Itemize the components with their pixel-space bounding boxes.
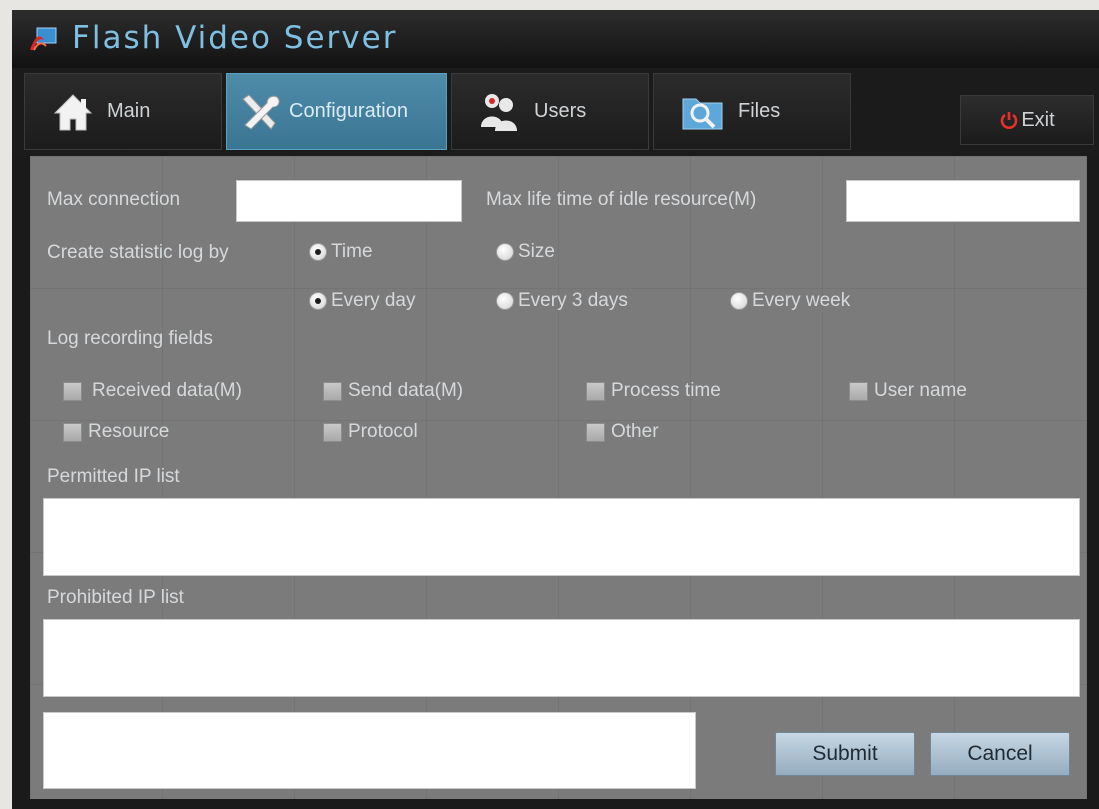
checkbox-protocol-label: Protocol [348, 421, 418, 442]
title-bar: Flash Video Server [12, 10, 1099, 69]
max-connection-input[interactable] [236, 180, 462, 222]
radio-by-size[interactable]: Size [496, 241, 555, 263]
checkbox[interactable] [63, 422, 82, 442]
exit-label: Exit [1021, 108, 1055, 131]
checkbox[interactable] [323, 381, 342, 401]
permitted-ip-label: Permitted IP list [47, 466, 180, 487]
statistic-log-label: Create statistic log by [47, 242, 229, 263]
tab-users[interactable]: Users [451, 73, 649, 150]
checkbox-process-time[interactable]: Process time [586, 380, 721, 402]
radio-by-size-label: Size [518, 241, 555, 262]
tab-files-label: Files [738, 100, 781, 122]
max-idle-time-label: Max life time of idle resource(M) [486, 189, 757, 210]
files-icon [682, 98, 723, 129]
radio-button[interactable] [730, 292, 748, 310]
message-box[interactable] [43, 712, 696, 789]
flash-logo-icon [30, 27, 57, 51]
radio-by-time[interactable]: Time [309, 241, 373, 263]
tab-files[interactable]: Files [653, 73, 851, 150]
tools-icon [242, 93, 280, 130]
checkbox[interactable] [586, 422, 605, 442]
exit-button[interactable]: Exit [960, 95, 1094, 145]
prohibited-ip-label: Prohibited IP list [47, 587, 184, 608]
checkbox[interactable] [849, 381, 868, 401]
radio-every-3-days[interactable]: Every 3 days [496, 290, 628, 312]
log-fields-label: Log recording fields [47, 328, 213, 349]
checkbox-resource-label: Resource [88, 421, 170, 442]
radio-every-3-days-label: Every 3 days [518, 290, 628, 311]
checkbox-received-data-label: Received data(M) [92, 380, 242, 401]
checkbox[interactable] [63, 381, 82, 401]
power-icon [1001, 112, 1018, 129]
configuration-panel: Max connection Max life time of idle res… [30, 156, 1087, 799]
cancel-button[interactable]: Cancel [930, 732, 1070, 776]
radio-button[interactable] [496, 243, 514, 261]
home-icon [53, 93, 93, 130]
radio-every-week-label: Every week [752, 290, 851, 311]
checkbox-resource[interactable]: Resource [63, 421, 169, 443]
radio-button[interactable] [309, 243, 327, 261]
tab-users-label: Users [534, 100, 587, 122]
checkbox-user-name-label: User name [874, 380, 967, 401]
radio-button[interactable] [309, 292, 327, 310]
prohibited-ip-input[interactable] [43, 619, 1080, 697]
checkbox-send-data[interactable]: Send data(M) [323, 380, 463, 402]
max-idle-time-input[interactable] [846, 180, 1080, 222]
checkbox[interactable] [323, 422, 342, 442]
radio-every-week[interactable]: Every week [730, 290, 850, 312]
checkbox-user-name[interactable]: User name [849, 380, 967, 402]
permitted-ip-input[interactable] [43, 498, 1080, 576]
max-connection-label: Max connection [47, 189, 181, 210]
tab-bar: Main Configuration Users Files Exit [12, 68, 1099, 156]
checkbox-other[interactable]: Other [586, 421, 659, 443]
tab-configuration-label: Configuration [289, 100, 408, 122]
checkbox-send-data-label: Send data(M) [348, 380, 464, 401]
app-title: Flash Video Server [72, 20, 398, 56]
app-window: Flash Video Server Main Configuration Us… [12, 10, 1099, 809]
checkbox-other-label: Other [611, 421, 659, 442]
radio-button[interactable] [496, 292, 514, 310]
tab-configuration[interactable]: Configuration [226, 73, 447, 150]
checkbox-received-data[interactable]: Received data(M) [63, 380, 242, 402]
tab-main-label: Main [107, 100, 151, 122]
radio-every-day-label: Every day [331, 290, 416, 311]
radio-every-day[interactable]: Every day [309, 290, 415, 312]
radio-by-time-label: Time [331, 241, 373, 262]
submit-button[interactable]: Submit [775, 732, 915, 776]
checkbox[interactable] [586, 381, 605, 401]
users-icon [481, 93, 517, 131]
checkbox-protocol[interactable]: Protocol [323, 421, 418, 443]
checkbox-process-time-label: Process time [611, 380, 721, 401]
tab-main[interactable]: Main [24, 73, 222, 150]
